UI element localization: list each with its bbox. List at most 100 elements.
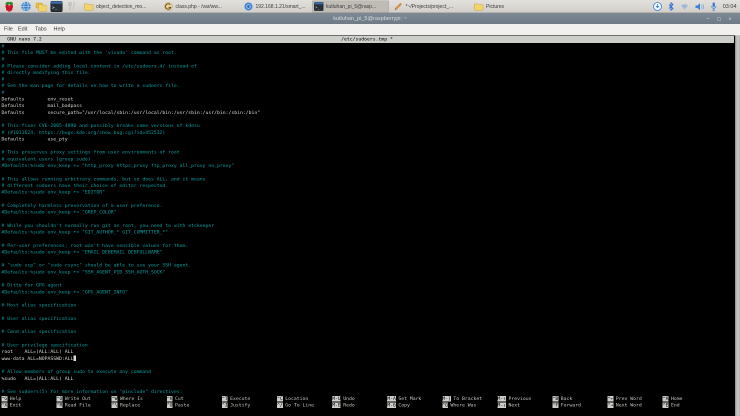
nano-shortcut: M-↑Previous	[497, 395, 531, 402]
maximize-button[interactable]: □	[716, 15, 722, 22]
nano-shortcut: ^\Replace	[112, 402, 140, 409]
editor-line: # Please consider adding local content i…	[2, 63, 732, 70]
editor-line: #Defaults:%sudo env_keep += "EMAIL DEBEM…	[2, 249, 732, 256]
shortcut-key: ^X	[2, 402, 8, 408]
terminal-content[interactable]: /etc/sudoers.tmp * GNU nano 7.2 # # This …	[0, 36, 740, 416]
editor-line: #	[2, 76, 732, 83]
nano-shortcut: ^XExit	[2, 402, 22, 409]
tools-launcher[interactable]	[66, 1, 77, 12]
shortcut-label: Next Word	[616, 402, 642, 408]
shortcut-key: ^/	[277, 402, 283, 408]
menu-edit[interactable]: Edit	[18, 26, 27, 32]
taskbar-window-object-detection[interactable]: object_detection_mo...	[82, 1, 159, 13]
editor-line: # Per-user preferences; root won't have …	[2, 242, 732, 249]
editor-line: # Ditto for GPG agent	[2, 282, 732, 289]
browser-launcher[interactable]	[20, 1, 32, 12]
taskbar-window-label: object_detection_mo...	[96, 4, 146, 10]
clock[interactable]: 03:04	[723, 4, 737, 10]
scrollbar-thumb[interactable]	[736, 36, 740, 416]
taskbar-window-pictures[interactable]: Pictures	[472, 1, 532, 13]
file-manager-launcher[interactable]	[35, 1, 47, 12]
shortcut-label: Next	[509, 402, 521, 408]
terminal-icon: >_	[51, 1, 63, 12]
shortcut-key: M-U	[332, 396, 341, 402]
shortcut-label: Justify	[230, 402, 250, 408]
editor-line: #Defaults:%sudo env_keep += "EDITOR"	[2, 189, 732, 196]
raspberry-icon	[4, 1, 15, 12]
chromium-icon	[244, 2, 253, 11]
editor-line: # "sudo scp" or "sudo rsync" should be a…	[2, 262, 732, 269]
editor-line: # User alias specification	[2, 315, 732, 322]
nano-shortcut: ^BBack	[553, 395, 573, 402]
minimize-button[interactable]: −	[705, 15, 711, 22]
window-titlebar[interactable]: kutluhan_pi_5@raspberrypi: ~ − □ ×	[0, 13, 740, 24]
window-title: kutluhan_pi_5@raspberrypi: ~	[333, 16, 407, 22]
shortcut-key: ^E	[663, 402, 669, 408]
close-button[interactable]: ×	[727, 15, 733, 22]
editor-line: # This allows running arbitrary commands…	[2, 176, 732, 183]
shortcut-key: ^K	[167, 396, 173, 402]
svg-text:>_: >_	[52, 6, 58, 11]
bluetooth-icon[interactable]	[668, 2, 674, 11]
menu-help[interactable]: Help	[54, 26, 65, 32]
editor-line: Defaults secure_path="/usr/local/sbin:/u…	[2, 109, 732, 116]
taskbar-window-projects[interactable]: *~/Projects/project_...	[392, 1, 469, 13]
nano-shortcut: ^CLocation	[277, 395, 308, 402]
editor-line: # (#1011624, https://bugs.kde.org/show_b…	[2, 129, 732, 136]
terminal-launcher[interactable]: >_	[50, 1, 63, 12]
shortcut-key: ^Q	[442, 402, 448, 408]
terminal-menubar: File Edit Tabs Help	[0, 24, 740, 36]
shortcut-label: Execute	[230, 396, 250, 402]
editor-line: # User privilege specification	[2, 342, 732, 349]
taskbar-window-class-php[interactable]: class.php - /var/ww...	[162, 1, 239, 13]
shortcut-label: Forward	[561, 402, 581, 408]
shortcut-key: ^→	[608, 402, 614, 408]
shortcut-key: ^←	[608, 396, 614, 402]
taskbar-window-browser-page[interactable]: 192.168.1.21/smart_...	[242, 1, 319, 13]
nano-shortcut: ^←Prev Word	[608, 395, 642, 402]
shortcut-key: ^T	[222, 396, 228, 402]
wifi-icon[interactable]	[680, 3, 689, 11]
shortcut-key: M-6	[387, 402, 396, 408]
taskbar-window-label: kutluhan_pi_5@rasp...	[326, 4, 376, 10]
nano-shortcut: ^→Next Word	[608, 402, 642, 409]
text-cursor	[73, 355, 76, 361]
nano-shortcut: M-ASet Mark	[387, 395, 421, 402]
shortcut-label: Previous	[509, 396, 532, 402]
editor-line	[2, 256, 732, 263]
shortcut-key: ^W	[112, 396, 118, 402]
editor-line	[2, 236, 732, 243]
shortcut-label: Replace	[120, 402, 140, 408]
menu-file[interactable]: File	[4, 26, 13, 32]
nano-shortcut: M-↓Next	[497, 402, 520, 409]
folders-icon	[35, 2, 47, 12]
volume-icon[interactable]	[695, 2, 705, 11]
nano-editor-area: ## This file MUST be edited with the 'vi…	[2, 43, 732, 395]
editor-line: # This preserves proxy settings from use…	[2, 149, 732, 156]
shortcut-label: Redo	[343, 402, 355, 408]
menu-launcher[interactable]	[3, 1, 15, 12]
system-tray: 03:04	[653, 0, 736, 13]
nano-titlebar: /etc/sudoers.tmp * GNU nano 7.2	[0, 36, 734, 43]
shortcut-key: M-↑	[497, 396, 506, 402]
shortcut-label: Write Out	[65, 396, 91, 402]
menu-tabs[interactable]: Tabs	[35, 26, 47, 32]
shortcut-key: ^R	[57, 402, 63, 408]
shortcut-label: Exit	[10, 402, 22, 408]
taskbar-window-label: *~/Projects/project_...	[406, 4, 454, 10]
shortcut-label: Undo	[343, 396, 355, 402]
editor-line: #Defaults:%sudo env_keep += "GREP_COLOR"	[2, 209, 732, 216]
shortcut-key: M-E	[332, 402, 341, 408]
terminal-scrollbar[interactable]	[735, 36, 740, 416]
editor-line	[2, 143, 732, 150]
editor-line: #Defaults:%sudo env_keep += "SSH_AGENT_P…	[2, 269, 732, 276]
editor-line: Defaults use_pty	[2, 136, 732, 143]
taskbar-window-terminal[interactable]: >_ kutluhan_pi_5@rasp...	[312, 1, 389, 13]
editor-line	[2, 295, 732, 302]
updates-icon[interactable]	[653, 2, 662, 11]
nano-shortcut: M-6Copy	[387, 402, 410, 409]
shortcut-label: To Bracket	[453, 396, 482, 402]
editor-line	[2, 196, 732, 203]
microphone-icon[interactable]	[711, 2, 717, 11]
editor-line: #	[2, 43, 732, 50]
